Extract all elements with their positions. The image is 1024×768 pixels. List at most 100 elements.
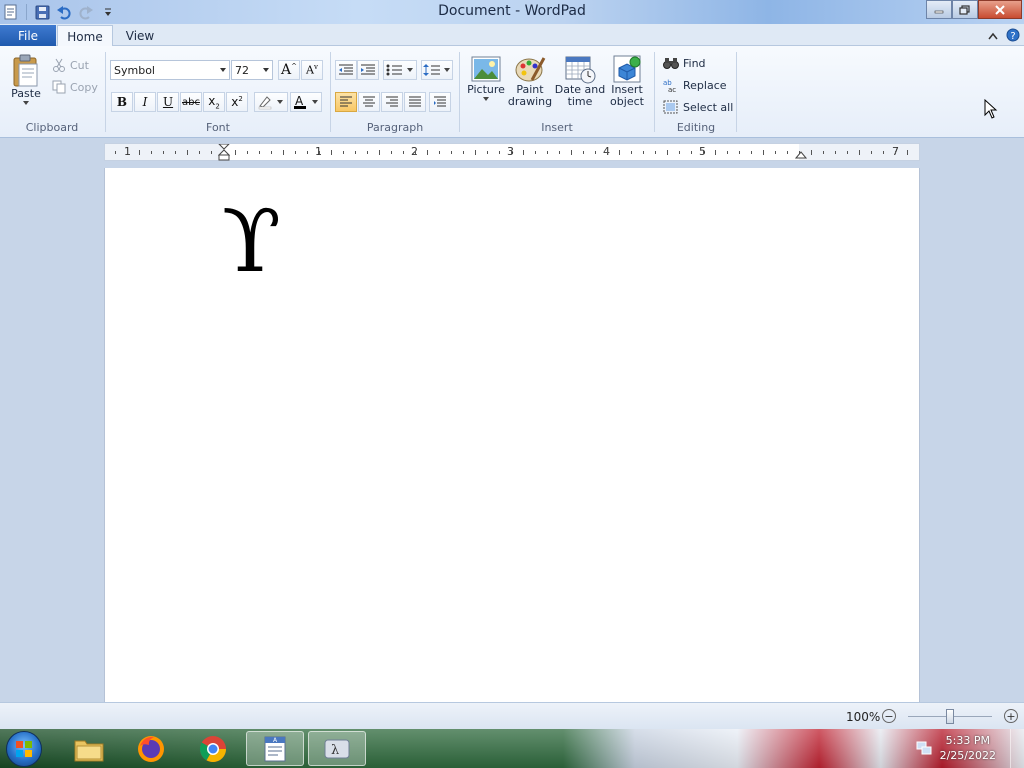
network-icon[interactable] <box>916 740 932 759</box>
align-center-button[interactable] <box>358 92 380 112</box>
ruler-tick <box>415 151 416 154</box>
copy-button[interactable]: Copy <box>52 80 98 94</box>
paste-button[interactable]: Paste <box>8 54 44 106</box>
taskbar: A λ 5:33 PM 2/25/2022 <box>0 729 1024 768</box>
paragraph-group: Paragraph <box>331 50 459 136</box>
chrome-icon <box>199 735 227 762</box>
replace-icon: abac <box>663 79 676 92</box>
help-icon[interactable]: ? <box>1006 28 1020 45</box>
font-color-button[interactable]: A <box>290 92 322 112</box>
italic-icon: I <box>142 95 148 109</box>
insert-object-button[interactable]: Insert object <box>606 54 648 108</box>
align-right-button[interactable] <box>381 92 403 112</box>
highlight-color-button[interactable] <box>254 92 288 112</box>
shrink-font-button[interactable]: Av <box>301 60 323 80</box>
ruler-tick <box>199 151 200 154</box>
ruler-tick <box>571 150 572 155</box>
decrease-indent-icon <box>339 64 353 75</box>
taskbar-firefox[interactable] <box>122 731 180 766</box>
align-center-icon <box>363 96 375 107</box>
cut-button[interactable]: Cut <box>52 58 89 72</box>
document-text: ϒ <box>222 192 282 292</box>
insert-group: Picture Paint drawing Date and time Inse… <box>460 50 654 136</box>
paint-drawing-button[interactable]: Paint drawing <box>508 54 552 108</box>
align-left-button[interactable] <box>335 92 357 112</box>
folder-icon <box>74 740 104 761</box>
system-clock[interactable]: 5:33 PM 2/25/2022 <box>940 733 996 763</box>
right-indent-marker-icon[interactable] <box>795 150 807 160</box>
ruler-tick <box>631 151 632 154</box>
ruler-tick <box>547 151 548 154</box>
taskbar-file-explorer[interactable] <box>60 731 118 766</box>
taskbar-app[interactable]: λ <box>308 731 366 766</box>
zoom-out-button[interactable]: − <box>882 709 896 723</box>
strikethrough-button[interactable]: abc <box>180 92 202 112</box>
superscript-button[interactable]: x2 <box>226 92 248 112</box>
zoom-slider-thumb[interactable] <box>946 709 954 724</box>
tab-view[interactable]: View <box>114 25 166 47</box>
ruler-tick <box>403 151 404 154</box>
tab-home[interactable]: Home <box>57 25 113 47</box>
date-and-time-button[interactable]: Date and time <box>554 54 606 108</box>
find-label: Find <box>683 56 706 70</box>
ruler-tick <box>619 150 620 155</box>
picture-button[interactable]: Picture <box>466 54 506 102</box>
justify-button[interactable] <box>404 92 426 112</box>
grow-font-icon: A^ <box>281 62 297 78</box>
zoom-in-button[interactable]: + <box>1004 709 1018 723</box>
svg-text:λ: λ <box>331 743 339 758</box>
group-separator <box>736 52 737 132</box>
ruler-tick <box>583 151 584 154</box>
increase-indent-button[interactable] <box>357 60 379 80</box>
svg-text:?: ? <box>1010 31 1015 42</box>
ruler-tick <box>607 151 608 154</box>
decrease-indent-button[interactable] <box>335 60 357 80</box>
taskbar-wordpad[interactable]: A <box>246 731 304 766</box>
ruler-tick <box>187 150 188 155</box>
restore-button[interactable] <box>952 0 978 19</box>
close-button[interactable] <box>978 0 1022 19</box>
ruler-tick <box>151 151 152 154</box>
subscript-button[interactable]: x2 <box>203 92 225 112</box>
document-page[interactable]: ϒ <box>104 168 920 702</box>
ruler-tick <box>847 151 848 154</box>
start-button[interactable] <box>6 731 42 767</box>
ruler-tick <box>751 151 752 154</box>
minimize-button[interactable] <box>926 0 952 19</box>
ruler-tick <box>523 150 524 155</box>
grow-font-button[interactable]: A^ <box>278 60 300 80</box>
line-spacing-button[interactable] <box>421 60 453 80</box>
svg-text:A: A <box>295 94 304 108</box>
find-button[interactable]: Find <box>663 56 706 70</box>
font-family-combo[interactable]: Symbol <box>110 60 230 80</box>
ruler-tick <box>391 151 392 154</box>
minimize-ribbon-icon[interactable] <box>988 30 998 43</box>
paragraph-button[interactable] <box>429 92 451 112</box>
ruler-tick <box>499 151 500 154</box>
indent-marker-icon[interactable] <box>218 144 230 161</box>
paint-palette-icon <box>515 57 546 82</box>
calendar-clock-icon <box>565 56 596 84</box>
underline-button[interactable]: U <box>157 92 179 112</box>
replace-button[interactable]: ab ac Replace <box>663 78 727 93</box>
ruler-tick <box>727 151 728 154</box>
align-right-icon <box>386 96 398 107</box>
paint-drawing-label-line2: drawing <box>507 95 553 108</box>
bullet-list-button[interactable] <box>383 60 417 80</box>
bold-button[interactable]: B <box>111 92 133 112</box>
editing-group: Find ab ac Replace Select all Editing <box>655 50 737 136</box>
select-all-button[interactable]: Select all <box>663 100 733 114</box>
window-title: Document - WordPad <box>438 3 586 19</box>
ribbon-tab-controls: ? <box>988 28 1020 45</box>
bold-icon: B <box>116 95 128 109</box>
ruler[interactable]: 1 1 2 3 4 5 7 <box>104 143 920 161</box>
tab-file[interactable]: File <box>0 25 56 46</box>
ruler-tick <box>823 151 824 154</box>
ruler-tick <box>643 151 644 154</box>
ruler-tick <box>667 150 668 155</box>
ruler-tick <box>895 151 896 154</box>
font-size-combo[interactable]: 72 <box>231 60 273 80</box>
taskbar-chrome[interactable] <box>184 731 242 766</box>
italic-button[interactable]: I <box>134 92 156 112</box>
show-desktop-button[interactable] <box>1010 729 1024 768</box>
